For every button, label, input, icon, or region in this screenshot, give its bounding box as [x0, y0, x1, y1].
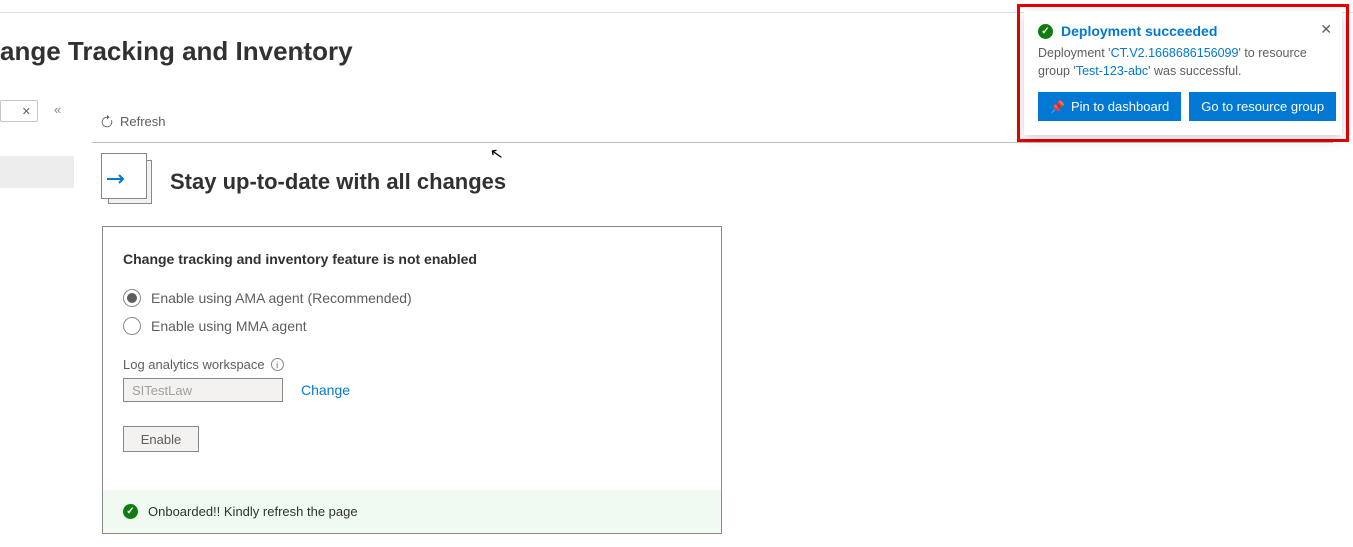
pin-icon: 📌 — [1050, 100, 1065, 114]
mouse-cursor-icon: ↖ — [488, 143, 505, 165]
command-bar-divider — [92, 142, 1333, 143]
refresh-button[interactable]: Refresh — [100, 114, 166, 129]
enablement-card: Change tracking and inventory feature is… — [102, 226, 722, 534]
law-workspace-input — [123, 378, 283, 402]
toast-body: Deployment 'CT.V2.1668686156099' to reso… — [1038, 45, 1328, 80]
pin-to-dashboard-button[interactable]: 📌 Pin to dashboard — [1038, 92, 1181, 121]
radio-option-ama[interactable]: Enable using AMA agent (Recommended) — [123, 289, 701, 307]
change-workspace-link[interactable]: Change — [301, 382, 350, 398]
deployment-toast: Deployment succeeded ✕ Deployment 'CT.V2… — [1024, 11, 1342, 135]
info-icon[interactable]: i — [271, 358, 284, 371]
collapse-sidebar-icon[interactable]: « — [54, 102, 61, 117]
sidebar-selected-item[interactable] — [0, 156, 74, 188]
hero-section: Stay up-to-date with all changes — [108, 160, 506, 204]
toast-title: Deployment succeeded — [1061, 23, 1217, 39]
radio-option-mma[interactable]: Enable using MMA agent — [123, 317, 701, 335]
radio-selected-icon — [123, 289, 141, 307]
toast-close-button[interactable]: ✕ — [1320, 21, 1332, 38]
go-to-resource-group-button[interactable]: Go to resource group — [1189, 92, 1336, 121]
radio-ama-label: Enable using AMA agent (Recommended) — [151, 290, 412, 306]
documents-icon — [108, 160, 152, 204]
radio-mma-label: Enable using MMA agent — [151, 318, 307, 334]
deployment-name-link[interactable]: CT.V2.1668686156099 — [1111, 46, 1239, 60]
close-icon: ✕ — [1320, 21, 1332, 37]
radio-unselected-icon — [123, 317, 141, 335]
law-label-text: Log analytics workspace — [123, 357, 265, 372]
enable-button[interactable]: Enable — [123, 426, 199, 452]
onboard-status-bar: Onboarded!! Kindly refresh the page — [103, 490, 721, 533]
card-subtitle: Change tracking and inventory feature is… — [123, 251, 701, 267]
pin-label: Pin to dashboard — [1071, 99, 1169, 114]
close-icon: ✕ — [22, 105, 31, 118]
hero-title: Stay up-to-date with all changes — [170, 169, 506, 195]
law-field-label: Log analytics workspace i — [123, 357, 701, 372]
resource-group-link[interactable]: Test-123-abc — [1076, 64, 1148, 78]
close-blade-button[interactable]: ✕ — [0, 100, 38, 122]
onboard-status-text: Onboarded!! Kindly refresh the page — [148, 504, 358, 519]
toast-highlight-frame: Deployment succeeded ✕ Deployment 'CT.V2… — [1017, 4, 1349, 142]
refresh-icon — [100, 115, 114, 129]
toast-body-prefix: Deployment ' — [1038, 46, 1111, 60]
goto-label: Go to resource group — [1201, 99, 1324, 114]
toast-success-icon — [1038, 24, 1053, 39]
toast-body-suffix: ' was successful. — [1148, 64, 1241, 78]
refresh-label: Refresh — [120, 114, 166, 129]
success-check-icon — [123, 504, 138, 519]
more-menu-dots[interactable]: ··· — [300, 44, 319, 62]
